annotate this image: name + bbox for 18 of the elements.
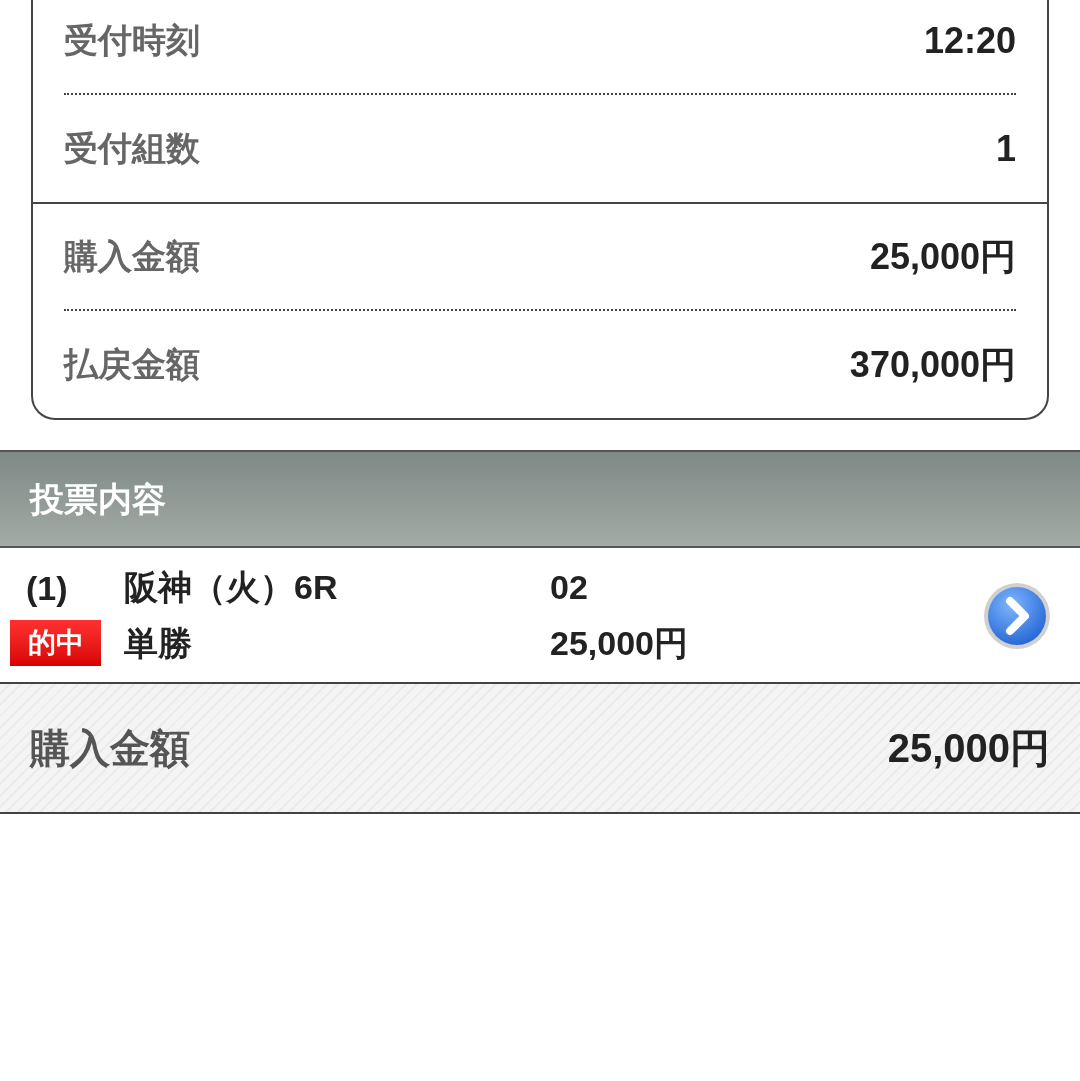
summary-value: 370,000円 [849, 342, 1016, 387]
bet-type: 単勝 [124, 623, 193, 664]
summary-value: 25,000円 [869, 234, 1016, 279]
summary-value: 1 [995, 126, 1016, 171]
summary-label: 購入金額 [64, 236, 200, 277]
summary-label: 受付時刻 [64, 20, 200, 61]
horse-number: 02 [550, 567, 589, 608]
total-value: 25,000円 [887, 725, 1050, 772]
summary-label: 受付組数 [64, 128, 200, 169]
race-name: 阪神（火）6R [124, 567, 339, 608]
summary-label: 払戻金額 [64, 344, 200, 385]
chevron-right-icon[interactable] [982, 581, 1052, 651]
summary-value: 12:20 [923, 18, 1016, 63]
total-label: 購入金額 [30, 725, 190, 772]
section-title: 投票内容 [30, 478, 166, 520]
hit-badge: 的中 [10, 620, 101, 666]
bet-amount: 25,000円 [550, 623, 688, 664]
bet-number: (1) [25, 568, 68, 609]
